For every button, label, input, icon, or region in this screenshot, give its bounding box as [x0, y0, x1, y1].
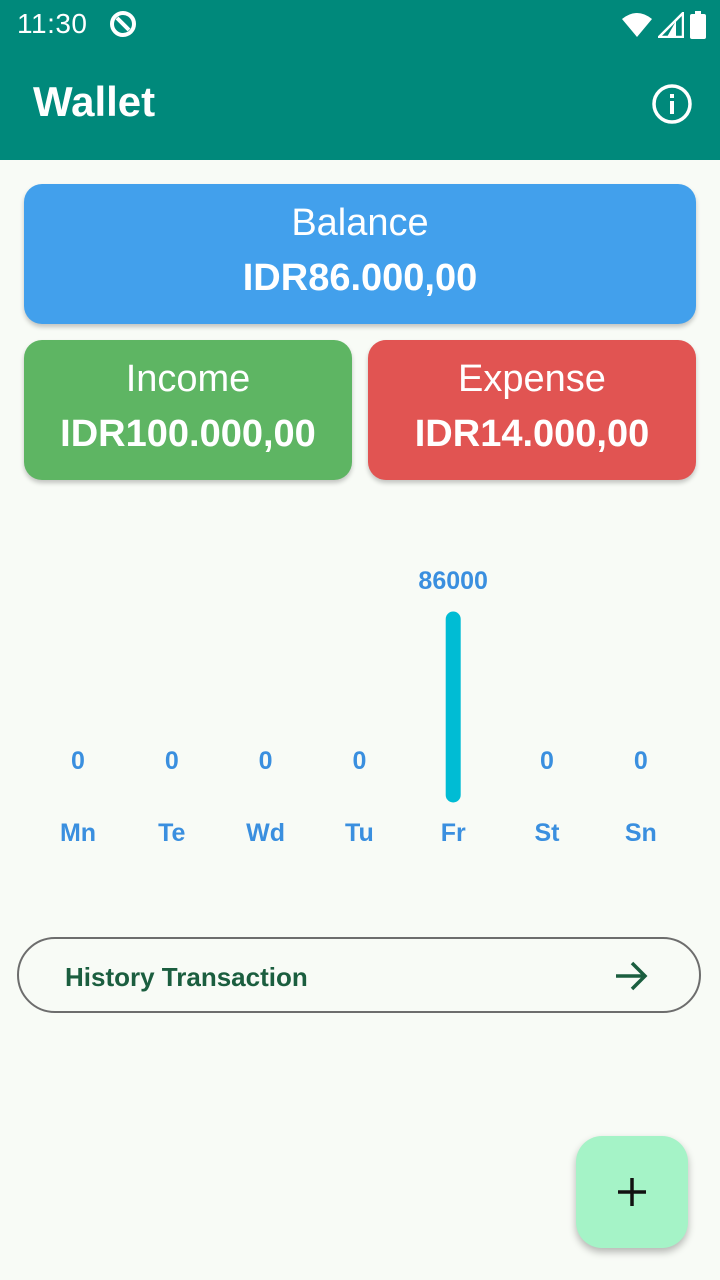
chart-day-label: Wd [246, 819, 285, 847]
battery-icon [690, 11, 706, 39]
chart-day-label: Mn [60, 819, 96, 847]
chart-day-label: St [535, 819, 561, 847]
chart-value-label: 0 [165, 747, 179, 775]
income-amount: IDR100.000,00 [60, 413, 316, 455]
chart-value-label: 0 [540, 747, 554, 775]
add-transaction-button[interactable] [576, 1136, 688, 1248]
income-label: Income [125, 358, 251, 400]
chart-value-label: 0 [259, 747, 273, 775]
cell-signal-icon [658, 12, 684, 38]
arrow-right-icon [616, 961, 648, 991]
app-bar: Wallet [0, 50, 720, 160]
app-notification-icon [110, 11, 136, 37]
chart-day-label: Tu [345, 819, 374, 847]
expense-card: Expense IDR14.000,00 [368, 340, 696, 480]
chart-value-label: 0 [634, 747, 648, 775]
history-transaction-button[interactable]: History Transaction [17, 937, 701, 1013]
expense-amount: IDR14.000,00 [414, 413, 650, 455]
history-transaction-label: History Transaction [65, 962, 308, 992]
chart-day-label: Fr [441, 819, 466, 847]
status-time: 11:30 [17, 8, 88, 39]
chart-value-label: 0 [352, 747, 366, 775]
chart-day-label: Te [158, 819, 185, 847]
weekly-bar-chart: 0 Mn 0 Te 0 Wd 0 Tu 86000 Fr 0 St 0 Sn [60, 567, 657, 847]
wifi-icon [622, 13, 652, 37]
info-icon[interactable] [650, 82, 694, 126]
income-card: Income IDR100.000,00 [24, 340, 352, 480]
balance-card: Balance IDR86.000,00 [24, 184, 696, 324]
plus-icon [618, 1178, 646, 1206]
chart-day-label: Sn [625, 819, 657, 847]
page-title: Wallet [33, 78, 156, 125]
balance-amount: IDR86.000,00 [242, 257, 478, 299]
balance-label: Balance [291, 202, 429, 244]
status-bar: 11:30 [0, 0, 720, 50]
expense-label: Expense [458, 358, 606, 400]
chart-value-label: 86000 [418, 567, 488, 595]
chart-value-label: 0 [71, 747, 85, 775]
status-icons [622, 10, 706, 40]
